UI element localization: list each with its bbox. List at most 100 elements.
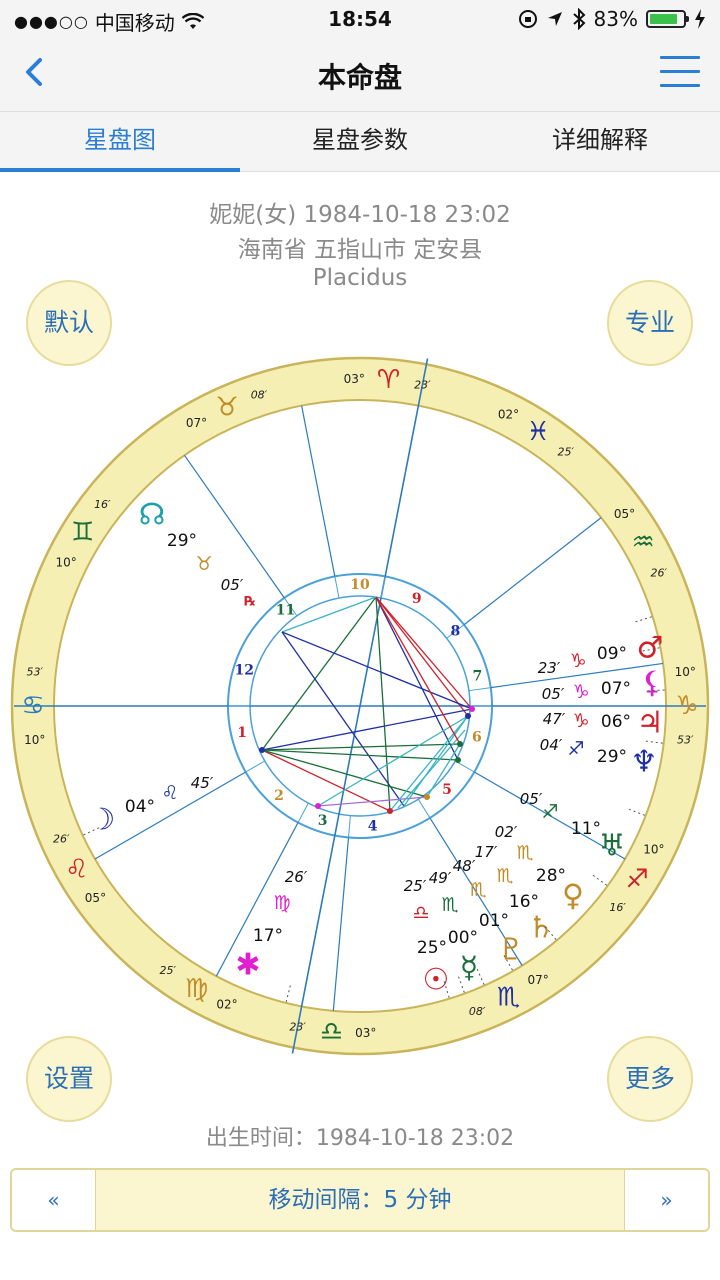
house-divider bbox=[417, 799, 431, 819]
jupiter-degree: 06° bbox=[601, 712, 631, 732]
aspect-line bbox=[281, 631, 473, 710]
cusp-minute: 08′ bbox=[251, 389, 268, 402]
neptune-sign-icon: ♐ bbox=[567, 738, 584, 760]
aspect-point bbox=[259, 747, 265, 753]
aspect-point bbox=[387, 808, 393, 814]
cusp-degree: 10° bbox=[55, 556, 76, 570]
vertex-sign-icon: ♍ bbox=[273, 892, 290, 914]
house-number: 9 bbox=[412, 591, 422, 607]
house-divider bbox=[468, 687, 491, 692]
pluto-sign-icon: ♏ bbox=[469, 879, 486, 901]
cusp-degree: 02° bbox=[498, 408, 519, 422]
cusp-minute: 08′ bbox=[469, 1005, 486, 1018]
aspect-point bbox=[457, 741, 463, 747]
mercury-degree: 00° bbox=[448, 928, 478, 948]
sun-degree: 25° bbox=[417, 938, 447, 958]
bluetooth-icon bbox=[572, 8, 585, 30]
more-button[interactable]: 更多 bbox=[607, 1036, 693, 1122]
north-node-degree: 29° bbox=[167, 531, 197, 551]
house-divider bbox=[245, 760, 265, 773]
moon-minute: 45′ bbox=[191, 774, 214, 792]
house-number: 7 bbox=[473, 669, 483, 685]
zodiac-sign-icon: ♒ bbox=[632, 528, 655, 558]
planet-tick bbox=[635, 616, 653, 623]
mercury-minute: 49′ bbox=[429, 869, 452, 887]
saturn-minute: 17′ bbox=[475, 843, 498, 861]
cusp-minute: 53′ bbox=[677, 734, 694, 747]
tab-interpretation[interactable]: 详细解释 bbox=[480, 112, 720, 171]
saturn-sign-icon: ♏ bbox=[496, 865, 513, 887]
location-info: 海南省 五指山市 定安县 bbox=[237, 237, 483, 263]
saturn-degree: 16° bbox=[509, 892, 539, 912]
cusp-minute: 26′ bbox=[650, 566, 667, 579]
mercury-icon: ☿ bbox=[460, 951, 478, 986]
house-number: 10 bbox=[350, 577, 370, 593]
cusp-degree: 02° bbox=[216, 998, 237, 1012]
aspect-point bbox=[455, 757, 461, 763]
house-cusp-line bbox=[332, 837, 350, 1011]
menu-icon[interactable] bbox=[660, 56, 700, 90]
cusp-minute: 23′ bbox=[289, 1020, 306, 1033]
house-cusp-line bbox=[301, 405, 336, 577]
settings-button[interactable]: 设置 bbox=[26, 1036, 112, 1122]
venus-minute: 02′ bbox=[495, 823, 518, 841]
cusp-minute: 25′ bbox=[160, 964, 177, 977]
sun-icon: ☉ bbox=[423, 963, 450, 998]
uranus-minute: 05′ bbox=[520, 790, 543, 808]
tab-chart[interactable]: 星盘图 bbox=[0, 112, 240, 172]
house-cusp-line bbox=[463, 517, 602, 626]
interval-label[interactable]: 移动间隔：5 分钟 bbox=[96, 1170, 624, 1230]
moon-degree: 04° bbox=[125, 797, 155, 817]
uranus-sign-icon: ♐ bbox=[541, 801, 558, 823]
cusp-degree: 03° bbox=[344, 372, 365, 386]
house-number: 1 bbox=[237, 725, 247, 741]
house-divider bbox=[347, 815, 351, 838]
house-system: Placidus bbox=[312, 265, 408, 291]
moon-icon: ☽ bbox=[89, 803, 116, 838]
planet-tick bbox=[645, 740, 664, 744]
house-number: 3 bbox=[318, 813, 328, 829]
venus-sign-icon: ♏ bbox=[516, 842, 533, 864]
cusp-degree: 07° bbox=[527, 973, 548, 987]
charging-icon bbox=[695, 9, 705, 29]
zodiac-sign-icon: ♏ bbox=[497, 982, 520, 1012]
mars-minute: 23′ bbox=[538, 659, 561, 677]
cusp-degree: 05° bbox=[85, 891, 106, 905]
zodiac-sign-icon: ♋ bbox=[21, 691, 44, 721]
previous-interval-button[interactable]: « bbox=[12, 1170, 96, 1230]
tab-parameters[interactable]: 星盘参数 bbox=[240, 112, 480, 171]
battery-percent: 83% bbox=[593, 7, 638, 31]
battery-icon bbox=[646, 10, 689, 28]
cusp-minute: 16′ bbox=[94, 498, 111, 511]
aspect-point bbox=[465, 713, 471, 719]
house-number: 4 bbox=[368, 818, 378, 834]
house-number: 8 bbox=[450, 624, 460, 640]
aspect-point bbox=[469, 706, 475, 712]
person-info: 妮妮(女) 1984-10-18 23:02 bbox=[209, 202, 511, 228]
cusp-degree: 03° bbox=[355, 1026, 376, 1040]
aspect-line bbox=[281, 631, 405, 807]
sun-sign-icon: ♎ bbox=[412, 902, 429, 924]
uranus-icon: ♅ bbox=[599, 829, 626, 864]
zodiac-sign-icon: ♊ bbox=[71, 518, 94, 548]
cusp-degree: 10° bbox=[675, 665, 696, 679]
cusp-degree: 10° bbox=[24, 733, 45, 747]
cusp-minute: 53′ bbox=[27, 665, 44, 678]
tab-bar: 星盘图 星盘参数 详细解释 bbox=[0, 112, 720, 172]
house-number: 11 bbox=[276, 603, 295, 619]
neptune-degree: 29° bbox=[597, 747, 627, 767]
zodiac-sign-icon: ♈ bbox=[377, 365, 400, 395]
north-node-retrograde-icon: ℞ bbox=[244, 595, 256, 610]
vertex-icon: ✱ bbox=[235, 948, 260, 983]
jupiter-sign-icon: ♑ bbox=[572, 710, 589, 732]
zodiac-sign-icon: ♑ bbox=[675, 691, 698, 721]
aspect-line bbox=[261, 708, 473, 751]
neptune-minute: 04′ bbox=[540, 736, 563, 754]
house-divider bbox=[297, 802, 309, 823]
next-interval-button[interactable]: » bbox=[624, 1170, 708, 1230]
cusp-degree: 07° bbox=[186, 416, 207, 430]
eros-degree: 07° bbox=[601, 679, 631, 699]
zodiac-sign-icon: ♍ bbox=[185, 974, 208, 1004]
mars-sign-icon: ♑ bbox=[569, 650, 586, 672]
north-node-icon: ☊ bbox=[139, 498, 166, 533]
